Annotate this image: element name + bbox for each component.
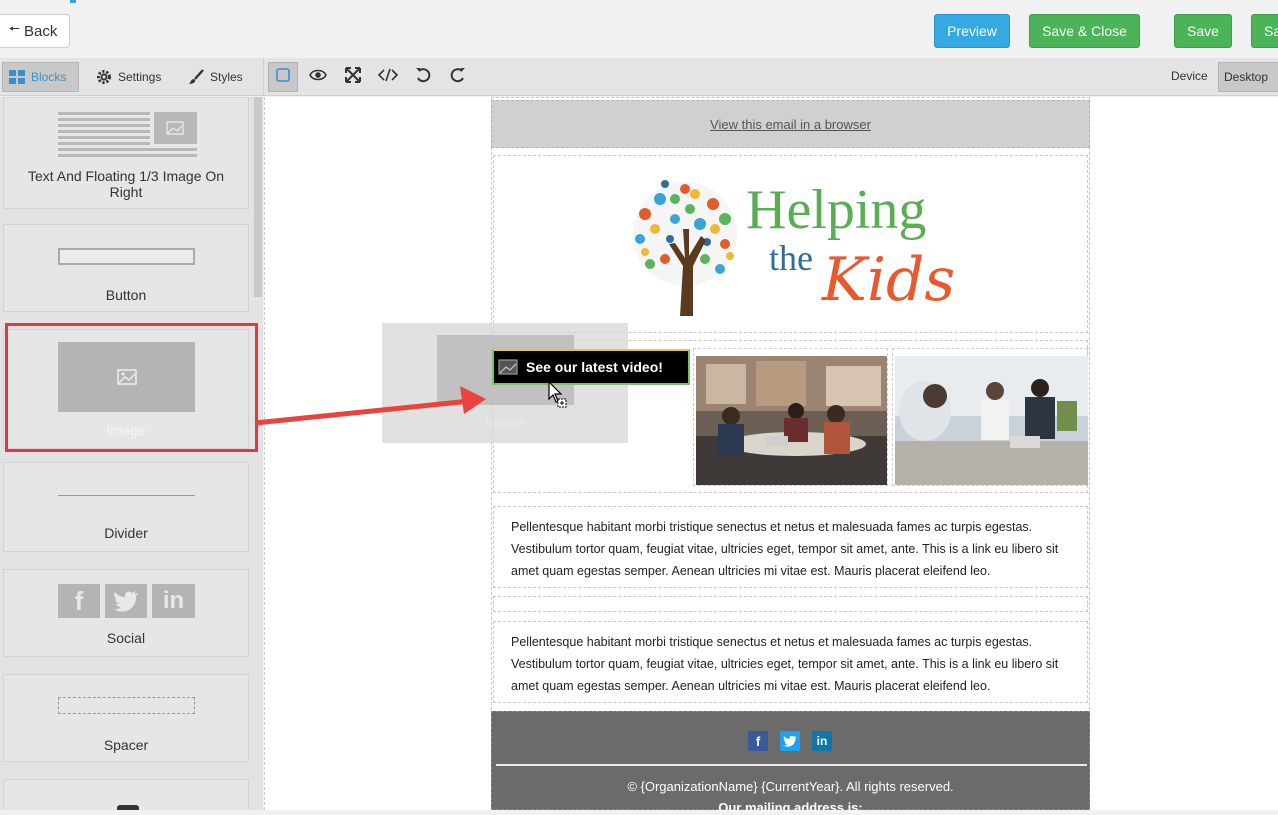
undo-icon [415, 67, 431, 88]
block-partial[interactable] [3, 779, 249, 810]
divider-line-icon [58, 495, 195, 496]
editor-toolbar: Blocks Settings Styles Device Desktop [0, 58, 1278, 96]
tab-blocks[interactable]: Blocks [2, 62, 79, 92]
tab-styles[interactable]: Styles [182, 62, 249, 92]
footer-facebook-icon[interactable]: f [748, 731, 768, 751]
brush-icon [188, 69, 204, 85]
block-divider[interactable]: Divider [3, 462, 249, 552]
twitter-icon [105, 584, 147, 618]
button-shape-icon [58, 248, 195, 265]
preview-button[interactable]: Preview [934, 14, 1010, 48]
drag-ghost-label: Image [485, 414, 525, 430]
spacer-row[interactable] [493, 596, 1088, 612]
text-block-1-content: Pellentesque habitant morbi tristique se… [511, 520, 1059, 578]
eye-icon [309, 68, 327, 86]
back-label: Back [24, 22, 58, 40]
logo-helping-text: Helping [746, 179, 927, 241]
image-icon [498, 359, 518, 375]
block-label: Social [106, 630, 146, 646]
block-partial-icon [117, 805, 139, 810]
save-button[interactable]: Save [1174, 14, 1232, 48]
footer-address-label: Our mailing address is: [718, 800, 863, 815]
facebook-icon: f [58, 584, 100, 618]
text-block-2-content: Pellentesque habitant morbi tristique se… [511, 635, 1059, 693]
view-in-browser-bar[interactable]: View this email in a browser [491, 100, 1090, 148]
logo-kids-text: Kids [822, 245, 956, 315]
mouse-cursor-icon [548, 381, 567, 408]
text-image-icon [58, 112, 197, 157]
logo-the-text: the [769, 238, 813, 278]
text-block-1[interactable]: Pellentesque habitant morbi tristique se… [493, 506, 1088, 588]
linkedin-icon: in [152, 584, 195, 618]
back-button[interactable]: 🠔 Back [0, 14, 70, 48]
blocks-sidebar: Text And Floating 1/3 Image On Right But… [0, 97, 263, 810]
redo-tool-button[interactable] [443, 62, 473, 92]
save-as-label: Sa [1264, 23, 1278, 39]
tree-logo-icon [633, 180, 737, 316]
undo-tool-button[interactable] [408, 62, 438, 92]
gear-icon [96, 69, 112, 85]
office-photo-1[interactable] [693, 348, 888, 486]
device-value: Desktop [1224, 70, 1269, 84]
video-label: See our latest video! [526, 359, 663, 375]
code-tool-button[interactable] [373, 62, 403, 92]
code-icon [377, 68, 399, 87]
redo-icon [450, 67, 466, 88]
device-desktop-button[interactable]: Desktop [1218, 62, 1278, 92]
grid-icon [9, 70, 25, 84]
tab-blocks-label: Blocks [31, 70, 67, 84]
email-footer[interactable]: f in © {OrganizationName} {CurrentYear}.… [491, 711, 1090, 815]
block-spacer[interactable]: Spacer [3, 674, 249, 762]
block-text-floating-image[interactable]: Text And Floating 1/3 Image On Right [3, 97, 249, 209]
tab-settings[interactable]: Settings [90, 62, 167, 92]
block-label: Divider [104, 525, 148, 541]
block-label: Text And Floating 1/3 Image On Right [27, 168, 225, 200]
select-tool-button[interactable] [268, 62, 298, 92]
preview-tool-button[interactable] [303, 62, 333, 92]
spacer-shape-icon [58, 697, 195, 714]
toolbar-separator [263, 58, 264, 96]
device-label: Device [1171, 69, 1208, 83]
block-label: Spacer [103, 737, 149, 753]
save-close-button[interactable]: Save & Close [1029, 14, 1140, 48]
tab-settings-label: Settings [118, 70, 162, 84]
text-block-2[interactable]: Pellentesque habitant morbi tristique se… [493, 621, 1088, 703]
top-accent [70, 0, 76, 3]
save-close-label: Save & Close [1042, 23, 1127, 39]
arrow-left-icon: 🠔 [8, 21, 21, 36]
footer-copyright: © {OrganizationName} {CurrentYear}. All … [627, 779, 954, 794]
block-label: Button [105, 287, 147, 303]
view-in-browser-link[interactable]: View this email in a browser [710, 117, 871, 132]
sidebar-scrollbar[interactable] [254, 97, 262, 297]
footer-linkedin-icon[interactable]: in [812, 731, 832, 751]
video-image-block[interactable]: See our latest video! [492, 349, 690, 385]
fullscreen-tool-button[interactable] [338, 62, 368, 92]
office-photo-2[interactable] [892, 348, 1088, 486]
select-icon [276, 67, 290, 87]
footer-divider [496, 764, 1087, 766]
block-social[interactable]: f in Social [3, 569, 249, 657]
tab-styles-label: Styles [210, 70, 243, 84]
footer-twitter-icon[interactable] [780, 731, 800, 751]
fullscreen-icon [345, 66, 361, 88]
top-bar: 🠔 Back Preview Save & Close Save Sa [0, 0, 1278, 58]
highlight-box [5, 323, 258, 452]
preview-label: Preview [947, 23, 997, 39]
logo-block[interactable]: Helping the Kids [493, 155, 1088, 333]
save-as-button[interactable]: Sa [1251, 14, 1278, 48]
save-label: Save [1187, 23, 1219, 39]
block-button[interactable]: Button [3, 224, 249, 312]
